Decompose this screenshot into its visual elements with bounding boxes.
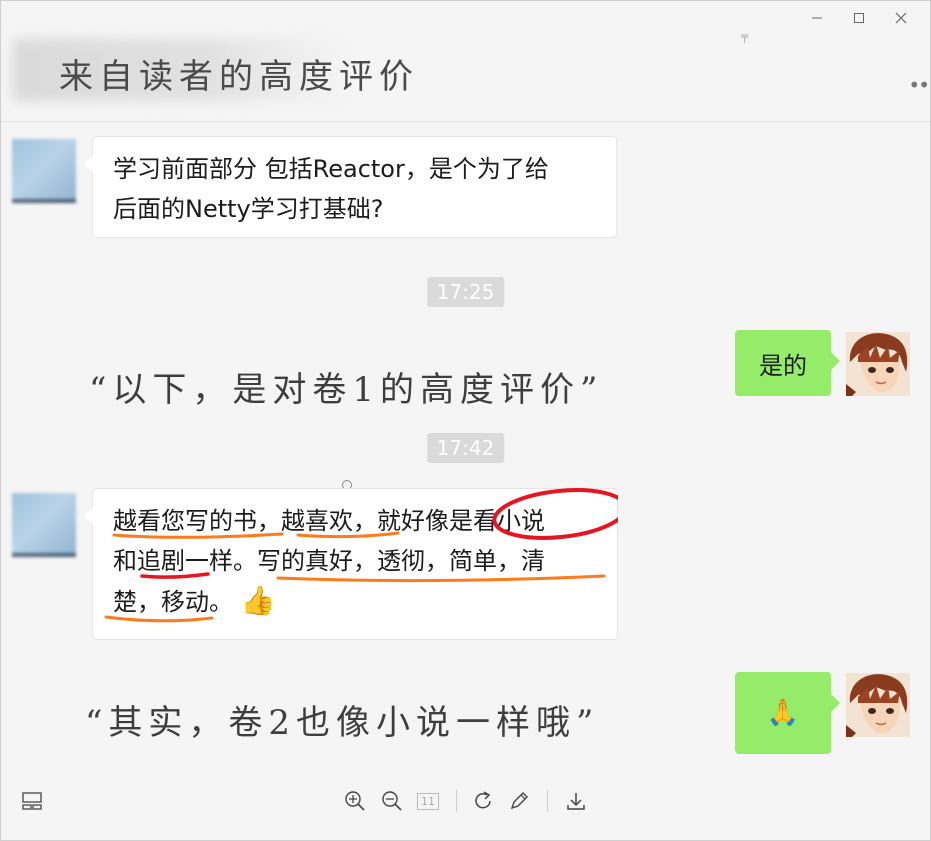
chat-area: 学习前面部分 包括Reactor，是个为了给 后面的Netty学习打基础? 17… (1, 122, 930, 772)
message-line: 楚，移动。 (113, 588, 233, 616)
close-button[interactable] (880, 7, 922, 29)
actual-size-icon[interactable]: 11 (415, 788, 441, 814)
avatar-self[interactable] (846, 332, 910, 396)
overlay-caption-2: “其实，卷2也像小说一样哦” (85, 703, 600, 743)
thumbs-up-emoji: 👍 (240, 584, 276, 617)
timestamp: 17:42 (426, 433, 505, 463)
edit-icon[interactable] (506, 788, 532, 814)
anime-avatar-image (846, 673, 910, 737)
message-line: 学习前面部分 包括Reactor，是个为了给 (113, 155, 549, 183)
message-text: 是的 (759, 351, 807, 380)
zoom-in-icon[interactable] (342, 788, 368, 814)
download-icon[interactable] (563, 788, 589, 814)
avatar-reader[interactable] (12, 493, 76, 557)
chat-window: 来自读者的高度评价 ╤ •• 学习前面部分 包括Reactor，是个为了给 后面… (0, 0, 931, 841)
overlay-caption-1: “以下，是对卷1的高度评价” (89, 370, 604, 410)
more-options-icon[interactable]: •• (908, 75, 930, 95)
message-bubble-self-2[interactable]: 🙏 (735, 672, 840, 754)
toolbar-divider (456, 790, 457, 812)
avatar-reader[interactable] (12, 139, 76, 203)
header-title: 来自读者的高度评价 (59, 57, 419, 97)
anime-avatar-image (846, 332, 910, 396)
message-bubble-self-1[interactable]: 是的 (735, 330, 840, 396)
image-viewer-toolbar: 11 (1, 772, 930, 840)
header: 来自读者的高度评价 (1, 1, 930, 122)
maximize-button[interactable] (838, 7, 880, 29)
minimize-icon (812, 17, 822, 19)
pin-icon: ╤ (741, 29, 749, 43)
actual-size-label: 11 (417, 792, 439, 810)
avatar-self[interactable] (846, 673, 910, 737)
message-bubble-reader-1[interactable]: 学习前面部分 包括Reactor，是个为了给 后面的Netty学习打基础? (84, 136, 617, 238)
message-line: 越看您写的书，越喜欢，就好像是看小说 (113, 507, 545, 535)
zoom-out-icon[interactable] (379, 788, 405, 814)
rotate-icon[interactable] (470, 788, 496, 814)
maximize-icon (854, 13, 864, 23)
layout-icon[interactable] (19, 788, 45, 814)
message-bubble-reader-2[interactable]: 越看您写的书，越喜欢，就好像是看小说 和追剧一样。写的真好，透彻，简单，清 楚，… (84, 488, 618, 640)
message-line-with-emoji: 楚，移动。 👍 (113, 581, 597, 622)
minimize-button[interactable] (796, 7, 838, 29)
window-controls (796, 7, 922, 29)
toolbar-divider (547, 790, 548, 812)
close-icon (895, 12, 907, 24)
timestamp: 17:25 (426, 277, 505, 307)
pray-emoji: 🙏 (766, 698, 800, 728)
message-line: 和追剧一样。写的真好，透彻，简单，清 (113, 547, 545, 575)
message-line: 后面的Netty学习打基础? (113, 195, 384, 223)
